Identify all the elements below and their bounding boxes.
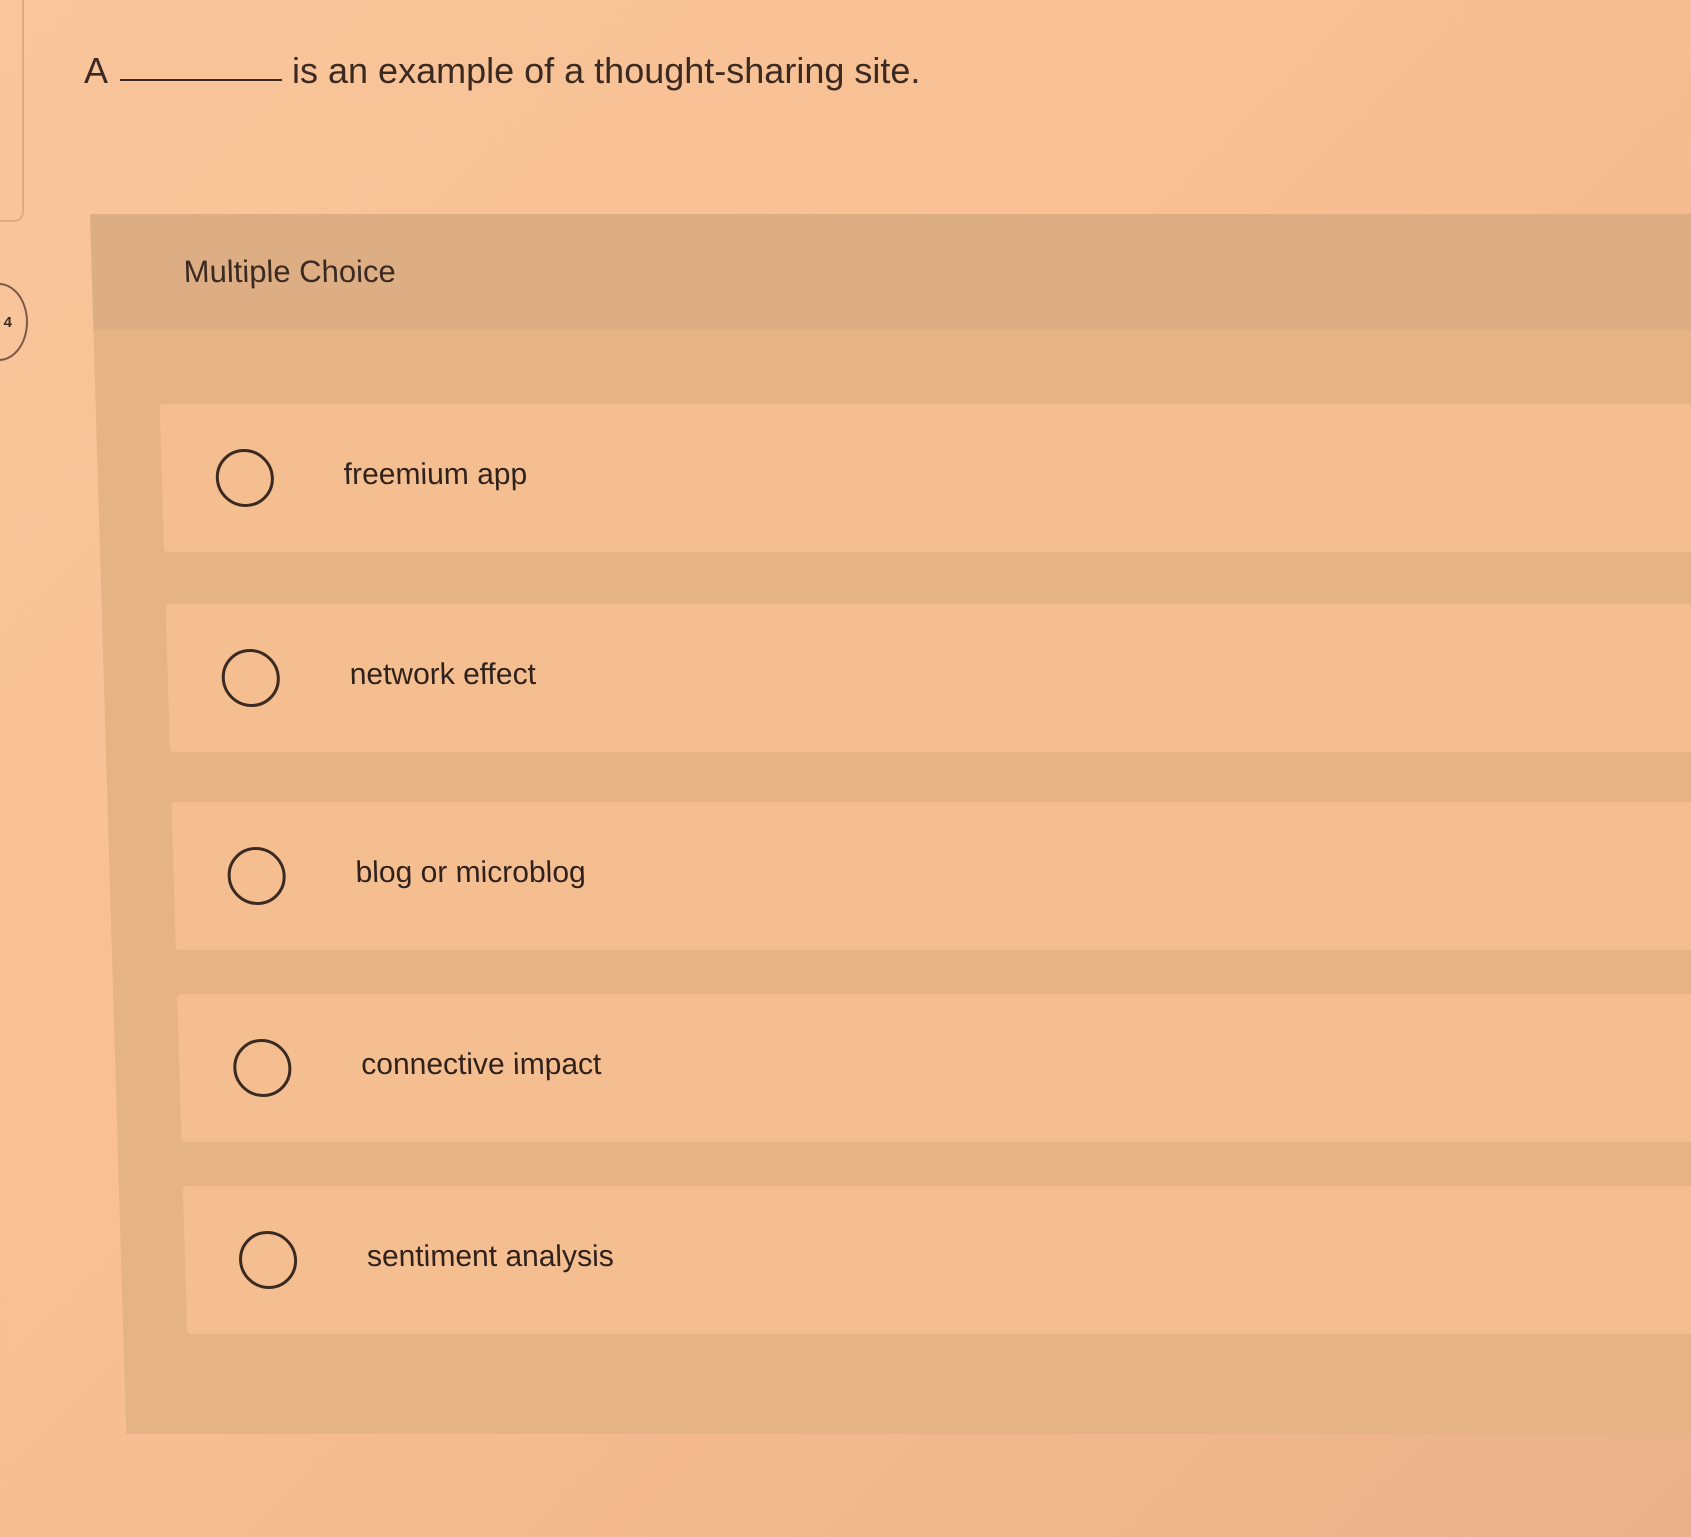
panel-header: Multiple Choice — [90, 214, 1691, 330]
option-blog-or-microblog[interactable]: blog or microblog — [171, 802, 1691, 950]
option-freemium-app[interactable]: freemium app — [159, 404, 1691, 552]
question-text: A is an example of a thought-sharing sit… — [84, 50, 920, 92]
option-network-effect[interactable]: network effect — [165, 604, 1691, 752]
answer-blank — [120, 78, 283, 81]
option-label: sentiment analysis — [366, 1240, 615, 1273]
option-connective-impact[interactable]: connective impact — [177, 994, 1691, 1142]
panel-title: Multiple Choice — [183, 254, 397, 289]
question-prefix: A — [84, 50, 109, 91]
option-sentiment-analysis[interactable]: sentiment analysis — [182, 1186, 1691, 1334]
option-label: freemium app — [343, 458, 528, 491]
option-label: connective impact — [360, 1048, 602, 1081]
radio-button-icon[interactable] — [220, 649, 281, 707]
option-label: network effect — [349, 658, 537, 691]
multiple-choice-panel: Multiple Choice freemium app network eff… — [90, 214, 1691, 1434]
radio-button-icon[interactable] — [214, 449, 275, 507]
radio-button-icon[interactable] — [232, 1039, 293, 1097]
question-suffix: is an example of a thought-sharing site. — [292, 50, 921, 91]
question-number: 4 — [3, 313, 12, 331]
option-label: blog or microblog — [355, 856, 587, 889]
question-number-badge[interactable]: 4 — [0, 283, 28, 361]
left-panel-edge — [0, 0, 24, 222]
radio-button-icon[interactable] — [226, 847, 287, 905]
radio-button-icon[interactable] — [238, 1231, 298, 1289]
